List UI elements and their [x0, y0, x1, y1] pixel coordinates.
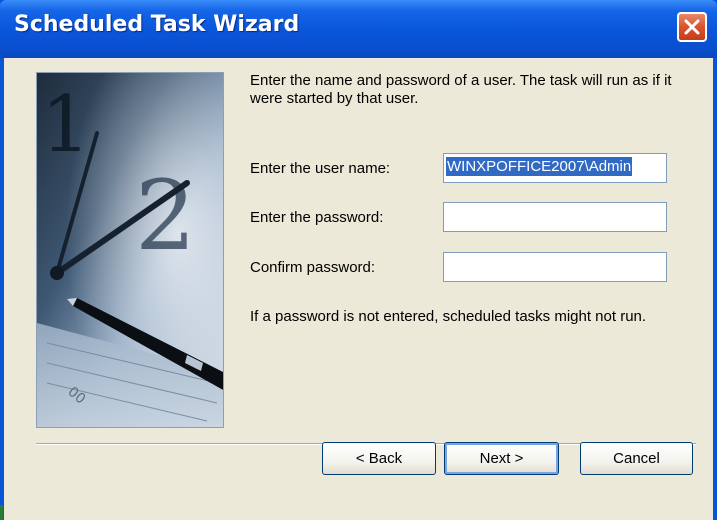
wizard-window: Scheduled Task Wizard 1 2 00 Enter the n…	[0, 0, 717, 520]
password-input[interactable]	[443, 202, 667, 232]
confirm-password-input[interactable]	[443, 252, 667, 282]
confirm-password-label: Confirm password:	[250, 259, 376, 276]
back-button[interactable]: < Back	[322, 442, 436, 475]
close-icon	[684, 19, 700, 35]
svg-text:1: 1	[41, 80, 91, 170]
next-button[interactable]: Next >	[444, 442, 559, 475]
close-button[interactable]	[677, 12, 707, 42]
window-title: Scheduled Task Wizard	[14, 12, 300, 37]
clock-pen-illustration: 1 2 00	[37, 73, 223, 427]
user-name-label: Enter the user name:	[250, 160, 391, 177]
wizard-side-image: 1 2 00	[36, 72, 224, 428]
user-name-input[interactable]: WINXPOFFICE2007\Admin	[443, 153, 667, 183]
password-note: If a password is not entered, scheduled …	[250, 308, 647, 325]
cancel-button[interactable]: Cancel	[580, 442, 693, 475]
edge-marker	[0, 505, 3, 520]
title-bar[interactable]: Scheduled Task Wizard	[0, 0, 717, 58]
user-name-value: WINXPOFFICE2007\Admin	[446, 157, 633, 176]
intro-text: Enter the name and password of a user. T…	[250, 72, 672, 107]
password-label: Enter the password:	[250, 209, 384, 226]
